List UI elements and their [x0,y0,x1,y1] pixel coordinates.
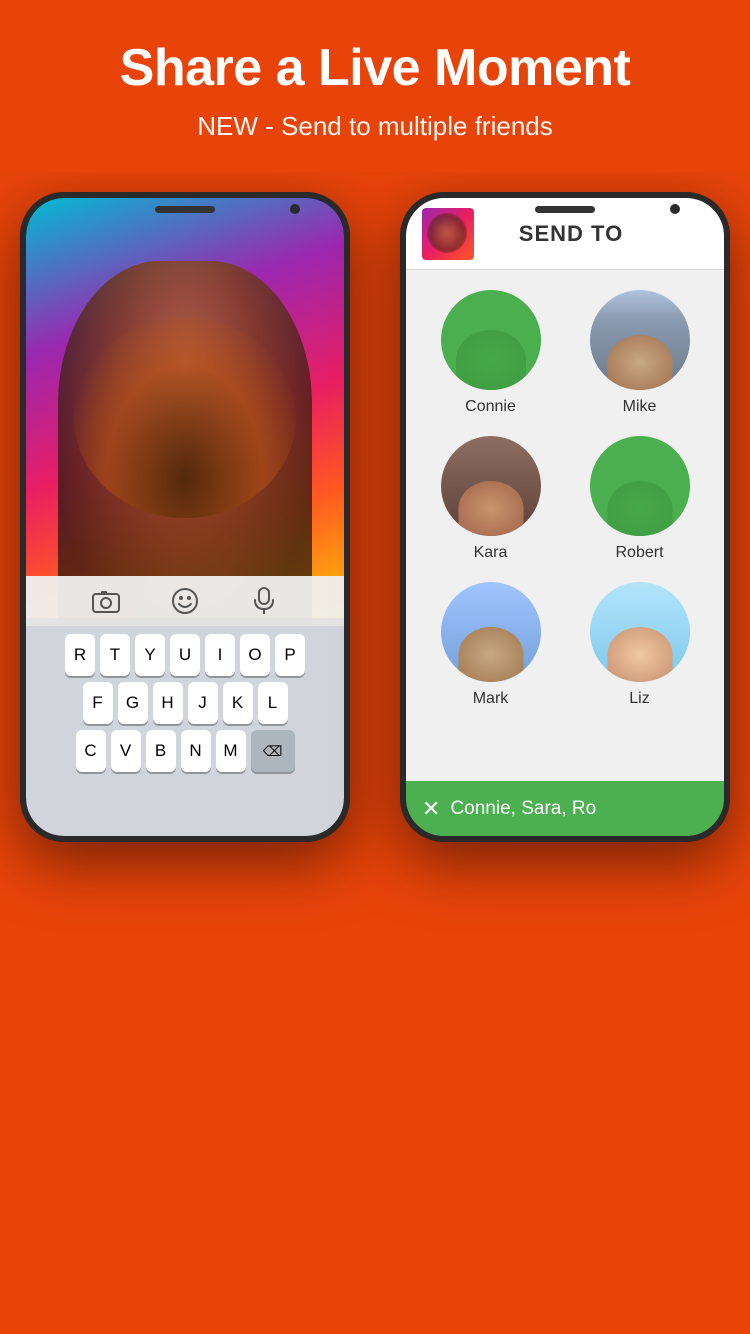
key-j[interactable]: J [188,682,218,724]
avatar-robert [590,436,690,536]
send-to-content: SEND TO Connie Mike [406,198,724,836]
contact-name-mike: Mike [623,398,657,416]
key-m[interactable]: M [216,730,246,772]
key-h[interactable]: H [153,682,183,724]
contact-name-robert: Robert [615,544,663,562]
contact-mike[interactable]: Mike [575,290,704,416]
avatar-mike [590,290,690,390]
send-bar[interactable]: ✕ Connie, Sara, Ro [406,781,724,836]
key-l[interactable]: L [258,682,288,724]
key-v[interactable]: V [111,730,141,772]
left-phone-screen: R T Y U I O P F G H J K L C [26,198,344,836]
key-r[interactable]: R [65,634,95,676]
contact-name-liz: Liz [629,690,649,708]
camera-toolbar [26,576,344,626]
key-f[interactable]: F [83,682,113,724]
contact-connie[interactable]: Connie [426,290,555,416]
delete-key[interactable]: ⌫ [251,730,295,772]
contact-name-connie: Connie [465,398,516,416]
avatar-mark [441,582,541,682]
header-subtitle: NEW - Send to multiple friends [20,111,730,142]
contact-name-kara: Kara [474,544,508,562]
key-i[interactable]: I [205,634,235,676]
contact-name-mark: Mark [473,690,509,708]
microphone-icon[interactable] [248,585,280,617]
close-icon[interactable]: ✕ [422,796,440,822]
avatar-kara [441,436,541,536]
face-icon[interactable] [169,585,201,617]
avatar-liz [590,582,690,682]
keyboard-row-2: F G H J K L [30,682,340,724]
contact-mark[interactable]: Mark [426,582,555,708]
phones-container: R T Y U I O P F G H J K L C [0,172,750,1192]
key-u[interactable]: U [170,634,200,676]
send-to-label: SEND TO [486,221,708,247]
send-to-screen: SEND TO Connie Mike [406,198,724,836]
right-phone-speaker [535,206,595,213]
key-n[interactable]: N [181,730,211,772]
camera-icon[interactable] [90,585,122,617]
contact-liz[interactable]: Liz [575,582,704,708]
contact-kara[interactable]: Kara [426,436,555,562]
key-k[interactable]: K [223,682,253,724]
keyboard-row-3: C V B N M ⌫ [30,730,340,772]
contacts-grid: Connie Mike Kara Robert [406,270,724,718]
avatar-connie [441,290,541,390]
preview-thumbnail [422,208,474,260]
party-photo [26,198,344,618]
key-p[interactable]: P [275,634,305,676]
left-phone: R T Y U I O P F G H J K L C [20,192,350,842]
key-t[interactable]: T [100,634,130,676]
right-phone: SEND TO Connie Mike [400,192,730,842]
header: Share a Live Moment NEW - Send to multip… [0,0,750,172]
key-b[interactable]: B [146,730,176,772]
key-o[interactable]: O [240,634,270,676]
contact-robert[interactable]: Robert [575,436,704,562]
key-g[interactable]: G [118,682,148,724]
keyboard-row-1: R T Y U I O P [30,634,340,676]
header-title: Share a Live Moment [20,40,730,97]
key-c[interactable]: C [76,730,106,772]
key-y[interactable]: Y [135,634,165,676]
keyboard[interactable]: R T Y U I O P F G H J K L C [26,626,344,836]
phone-speaker [155,206,215,213]
selected-names: Connie, Sara, Ro [450,798,596,820]
